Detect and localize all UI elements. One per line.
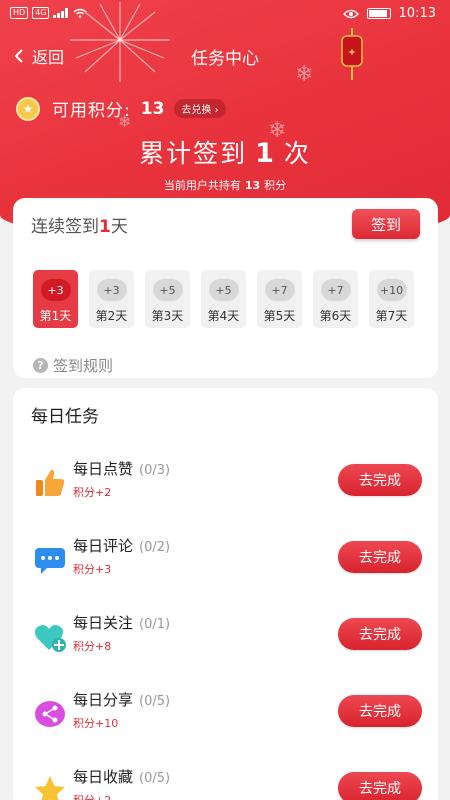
day-bonus: +3 (40, 279, 71, 301)
complete-task-button[interactable]: 去完成 (338, 618, 422, 650)
nav-bar: 返回 任务中心 (0, 38, 450, 74)
daily-tasks-card: 每日任务 每日点赞 (0/3) 积分+2 去完成 每日评论 (0/2) 积分+3 去完成 每日关… (13, 388, 438, 800)
status-time: 10:13 (398, 6, 436, 21)
task-points: 积分+10 (73, 717, 119, 730)
status-bar: HD 4G 10:13 (0, 0, 450, 28)
task-title: 每日点赞 (73, 460, 134, 478)
total-suffix: 次 (283, 139, 311, 168)
task-title: 每日分享 (73, 691, 134, 709)
task-points: 积分+2 (73, 486, 112, 499)
day-label: 第3天 (151, 309, 184, 323)
task-progress: (0/1) (139, 617, 171, 632)
task-points: 积分+2 (73, 792, 111, 800)
task-name: 每日评论 (0/2) (73, 535, 170, 556)
day-label: 第4天 (207, 309, 240, 323)
streak-suffix: 天 (110, 217, 128, 237)
signin-day-7[interactable]: +10 第7天 (369, 270, 414, 328)
tasks-title: 每日任务 (31, 407, 99, 427)
heart-plus-icon (33, 620, 67, 654)
streak-days: 1 (99, 217, 111, 237)
signin-card: 连续签到1天 签到 +3 第1天 +3 第2天 +5 第3天 +5 第4天 +7 第5天 +7 第6天… (13, 198, 438, 378)
task-row: 每日点赞 (0/3) 积分+2 去完成 (13, 456, 438, 516)
complete-task-button[interactable]: 去完成 (338, 541, 422, 573)
signin-day-3[interactable]: +5 第3天 (145, 270, 190, 328)
streak-text: 连续签到1天 (31, 212, 128, 237)
signin-day-2[interactable]: +3 第2天 (89, 270, 134, 328)
battery-icon (366, 8, 391, 19)
task-name: 每日收藏 (0/5) (73, 766, 170, 787)
question-icon: ? (33, 358, 48, 373)
task-progress: (0/5) (139, 771, 171, 786)
day-bonus: +3 (96, 279, 127, 301)
task-row: 每日分享 (0/5) 积分+10 去完成 (13, 687, 438, 747)
signin-day-1[interactable]: +3 第1天 (33, 270, 78, 328)
total-prefix: 累计签到 (139, 139, 248, 168)
total-count: 1 (255, 138, 276, 169)
eye-icon (342, 9, 359, 18)
day-bonus: +5 (208, 279, 239, 301)
signin-days: +3 第1天 +3 第2天 +5 第3天 +5 第4天 +7 第5天 +7 第6天 +10 第7天 (33, 270, 414, 328)
holding-prefix: 当前用户共持有 (163, 179, 241, 192)
comment-icon (33, 543, 67, 577)
day-label: 第2天 (95, 309, 128, 323)
points-summary: ★ 可用积分: 13 去兑换 › (16, 96, 226, 121)
signin-day-6[interactable]: +7 第6天 (313, 270, 358, 328)
task-title: 每日收藏 (73, 768, 134, 786)
share-icon (33, 697, 67, 731)
exchange-button[interactable]: 去兑换 › (174, 99, 226, 118)
signal-icon (53, 8, 69, 18)
holding-value: 13 (244, 179, 261, 192)
wifi-icon (74, 8, 87, 18)
task-row: 每日收藏 (0/5) 积分+2 去完成 (13, 764, 438, 800)
day-bonus: +5 (152, 279, 183, 301)
holding-suffix: 积分 (264, 179, 287, 192)
task-points: 积分+8 (73, 640, 112, 653)
exchange-label: 去兑换 (181, 105, 212, 116)
signin-day-5[interactable]: +7 第5天 (257, 270, 302, 328)
task-points: 积分+3 (73, 563, 112, 576)
task-name: 每日点赞 (0/3) (73, 458, 170, 479)
task-progress: (0/5) (139, 694, 171, 709)
hd-indicator: HD (10, 7, 29, 19)
day-bonus: +10 (376, 279, 407, 301)
complete-task-button[interactable]: 去完成 (338, 695, 422, 727)
signin-day-4[interactable]: +5 第4天 (201, 270, 246, 328)
task-row: 每日评论 (0/2) 积分+3 去完成 (13, 533, 438, 593)
points-holding-text: 当前用户共持有 13 积分 (0, 177, 450, 193)
signin-rules-link[interactable]: ? 签到规则 (33, 355, 113, 376)
star-icon (33, 774, 67, 800)
points-label: 可用积分: (52, 101, 131, 121)
day-label: 第6天 (319, 309, 352, 323)
task-title: 每日评论 (73, 537, 134, 555)
task-progress: (0/3) (139, 463, 171, 478)
signin-button[interactable]: 签到 (352, 209, 420, 239)
day-label: 第7天 (375, 309, 408, 323)
rules-label: 签到规则 (53, 357, 114, 375)
coin-icon: ★ (16, 96, 40, 121)
complete-task-button[interactable]: 去完成 (338, 464, 422, 496)
streak-prefix: 连续签到 (31, 217, 99, 237)
page-title: 任务中心 (191, 49, 259, 69)
points-value: 13 (140, 98, 165, 119)
thumbs-up-icon (33, 466, 67, 500)
task-name: 每日关注 (0/1) (73, 612, 170, 633)
network-type-indicator: 4G (32, 7, 50, 19)
total-signin: 累计签到 1 次 (0, 134, 450, 170)
task-name: 每日分享 (0/5) (73, 689, 170, 710)
day-bonus: +7 (264, 279, 295, 301)
task-progress: (0/2) (139, 540, 171, 555)
complete-task-button[interactable]: 去完成 (338, 772, 422, 800)
day-bonus: +7 (320, 279, 351, 301)
task-row: 每日关注 (0/1) 积分+8 去完成 (13, 610, 438, 670)
day-label: 第5天 (263, 309, 296, 323)
task-title: 每日关注 (73, 614, 134, 632)
day-label: 第1天 (39, 309, 72, 323)
